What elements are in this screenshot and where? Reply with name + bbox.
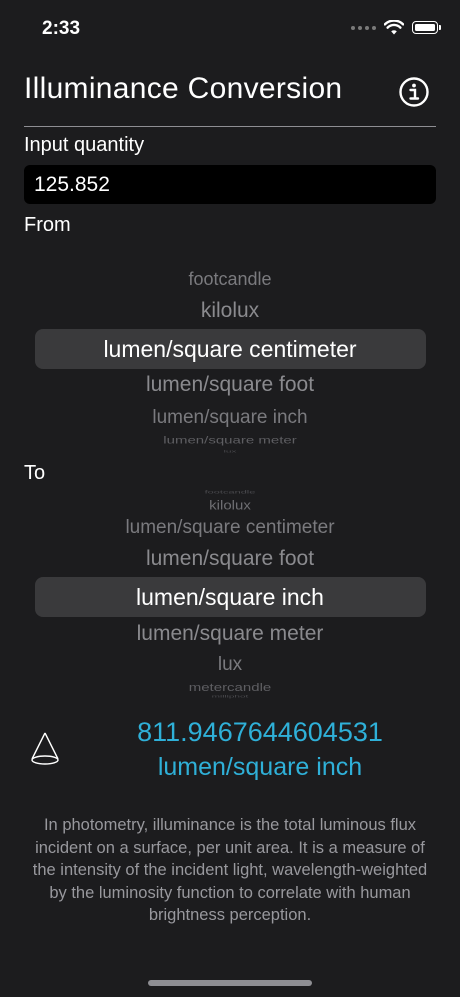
picker-option[interactable]: kilolux: [24, 498, 436, 512]
status-bar: 2:33: [0, 0, 460, 56]
from-unit-picker[interactable]: footcandle kilolux lumen/square centimet…: [24, 262, 436, 454]
picker-option[interactable]: metercandle: [24, 681, 436, 694]
picker-option[interactable]: lux: [24, 654, 436, 676]
picker-option[interactable]: lumen/square foot: [24, 373, 436, 397]
status-icons: [351, 20, 441, 35]
from-label: From: [24, 214, 71, 236]
result-unit: lumen/square inch: [157, 753, 363, 781]
signal-icon: [351, 25, 376, 30]
picker-option[interactable]: lumen/square foot: [24, 547, 436, 571]
picker-option[interactable]: kilolux: [24, 299, 436, 323]
to-unit-picker[interactable]: footcandle kilolux lumen/square centimet…: [24, 486, 436, 699]
home-indicator[interactable]: [148, 980, 312, 986]
info-circle-icon[interactable]: [398, 76, 430, 108]
picker-option[interactable]: lumen/square meter: [24, 622, 436, 646]
battery-icon: [412, 21, 441, 34]
picker-option-selected[interactable]: lumen/square centimeter: [24, 336, 436, 363]
status-time: 2:33: [42, 18, 81, 39]
picker-option[interactable]: lux: [24, 449, 436, 453]
page-title: Illuminance Conversion: [24, 72, 343, 105]
description-text: In photometry, illuminance is the total …: [32, 816, 428, 924]
wifi-icon: [384, 20, 404, 35]
cone-icon: [31, 732, 59, 765]
picker-option[interactable]: footcandle: [24, 269, 436, 290]
picker-option[interactable]: lumen/square meter: [24, 435, 436, 447]
quantity-input[interactable]: [24, 165, 436, 204]
to-label: To: [24, 462, 46, 484]
picker-option-selected[interactable]: lumen/square inch: [24, 584, 436, 611]
picker-option[interactable]: milliphot: [24, 695, 436, 699]
input-quantity-label: Input quantity: [24, 134, 145, 156]
picker-option[interactable]: lumen/square inch: [24, 407, 436, 429]
picker-option[interactable]: footcandle: [24, 489, 436, 494]
picker-option[interactable]: lumen/square centimeter: [24, 517, 436, 539]
result-value: 811.9467644604531: [137, 717, 383, 747]
header-divider: [24, 126, 436, 127]
